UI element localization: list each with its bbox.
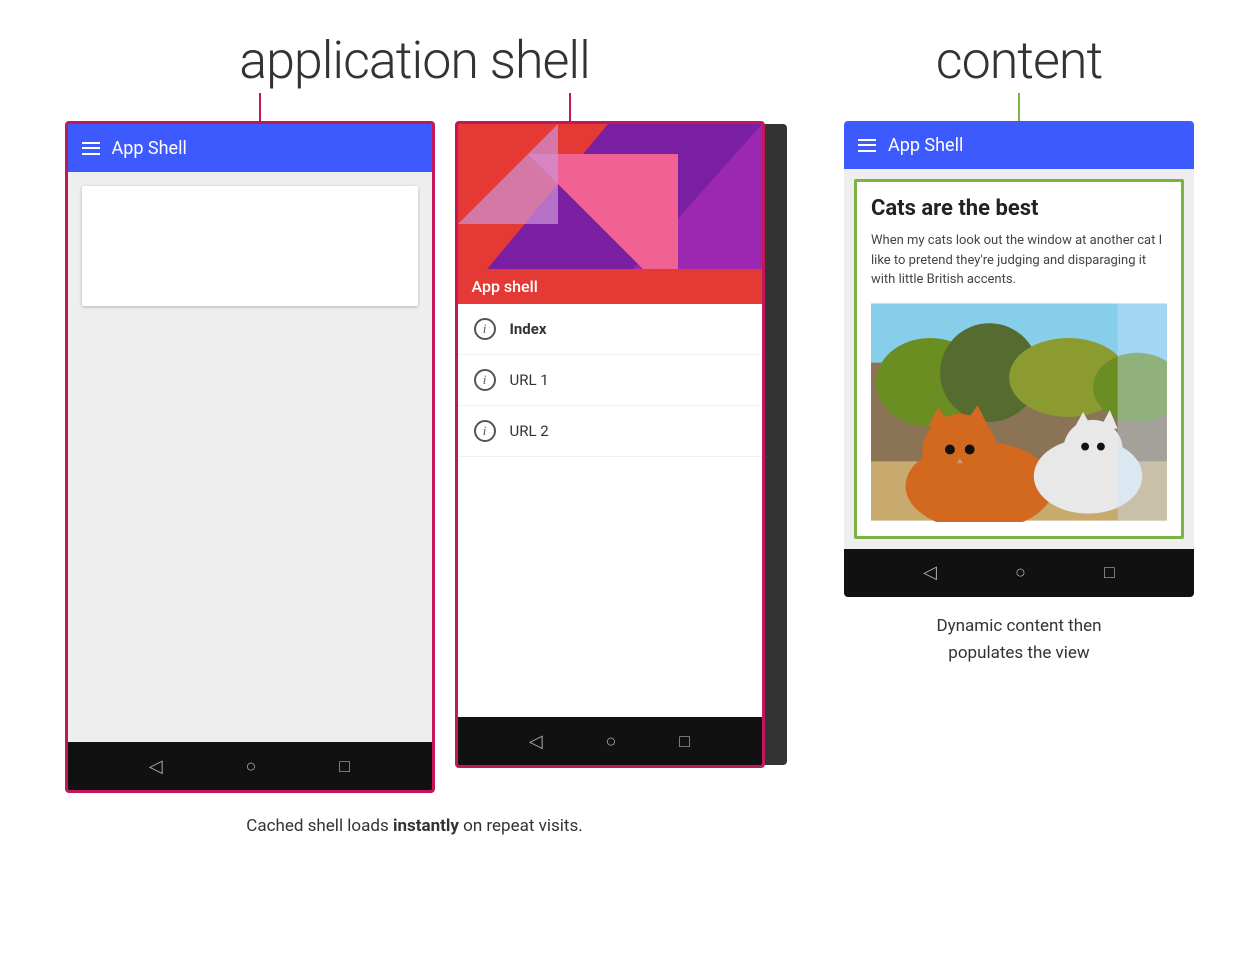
recent-button-3[interactable]: □ <box>1104 562 1115 583</box>
drawer-label-url1: URL 1 <box>510 371 549 389</box>
phone2-navbar: ◁ ○ □ <box>458 717 762 765</box>
phone2-colorful-header: App shell <box>458 124 762 304</box>
info-icon-url1: i <box>474 369 496 391</box>
app-shell-overlay: App shell <box>458 269 762 304</box>
left-caption: Cached shell loads instantly on repeat v… <box>246 813 582 840</box>
dark-side-panel <box>765 124 787 765</box>
content-card-placeholder <box>82 186 418 306</box>
phone3-frame: App Shell Cats are the best When my cats… <box>844 121 1194 597</box>
info-icon-url2: i <box>474 420 496 442</box>
info-icon-index: i <box>474 318 496 340</box>
drawer-label-index: Index <box>510 320 547 338</box>
drawer-item-url1[interactable]: i URL 1 <box>458 355 762 406</box>
content-desc: When my cats look out the window at anot… <box>871 231 1167 290</box>
connector-green <box>1018 93 1020 121</box>
connector-left <box>259 93 261 121</box>
recent-button-2[interactable]: □ <box>679 731 690 752</box>
home-button-2[interactable]: ○ <box>606 731 617 752</box>
hamburger-icon-3 <box>858 139 876 152</box>
content-box: Cats are the best When my cats look out … <box>854 179 1184 539</box>
phone3-topbar: App Shell <box>844 121 1194 169</box>
phone1-frame: App Shell ◁ ○ □ <box>65 121 435 793</box>
cat-image <box>871 302 1167 522</box>
home-button[interactable]: ○ <box>246 756 257 777</box>
drawer-label-url2: URL 2 <box>510 422 549 440</box>
back-button-2[interactable]: ◁ <box>529 731 543 752</box>
home-button-3[interactable]: ○ <box>1015 562 1026 583</box>
phone3-title: App Shell <box>888 135 963 156</box>
back-button-3[interactable]: ◁ <box>923 562 937 583</box>
phone1-topbar: App Shell <box>68 124 432 172</box>
phone1-navbar: ◁ ○ □ <box>68 742 432 790</box>
hamburger-icon <box>82 142 100 155</box>
back-button[interactable]: ◁ <box>149 756 163 777</box>
recent-button[interactable]: □ <box>339 756 350 777</box>
drawer-item-url2[interactable]: i URL 2 <box>458 406 762 457</box>
phone3-body: Cats are the best When my cats look out … <box>844 169 1194 549</box>
phone3-navbar: ◁ ○ □ <box>844 549 1194 597</box>
phone1-title: App Shell <box>112 138 187 159</box>
phone2-drawer: i Index i URL 1 i URL 2 <box>458 304 762 717</box>
content-title: Cats are the best <box>871 196 1167 221</box>
connector-right <box>569 93 571 121</box>
drawer-item-index[interactable]: i Index <box>458 304 762 355</box>
content-label: content <box>936 30 1103 91</box>
right-caption: Dynamic content then populates the view <box>936 613 1101 667</box>
phone2-frame: App shell i Index i URL 1 <box>455 121 765 768</box>
application-shell-label: application shell <box>239 30 590 91</box>
phone1-body <box>68 172 432 742</box>
